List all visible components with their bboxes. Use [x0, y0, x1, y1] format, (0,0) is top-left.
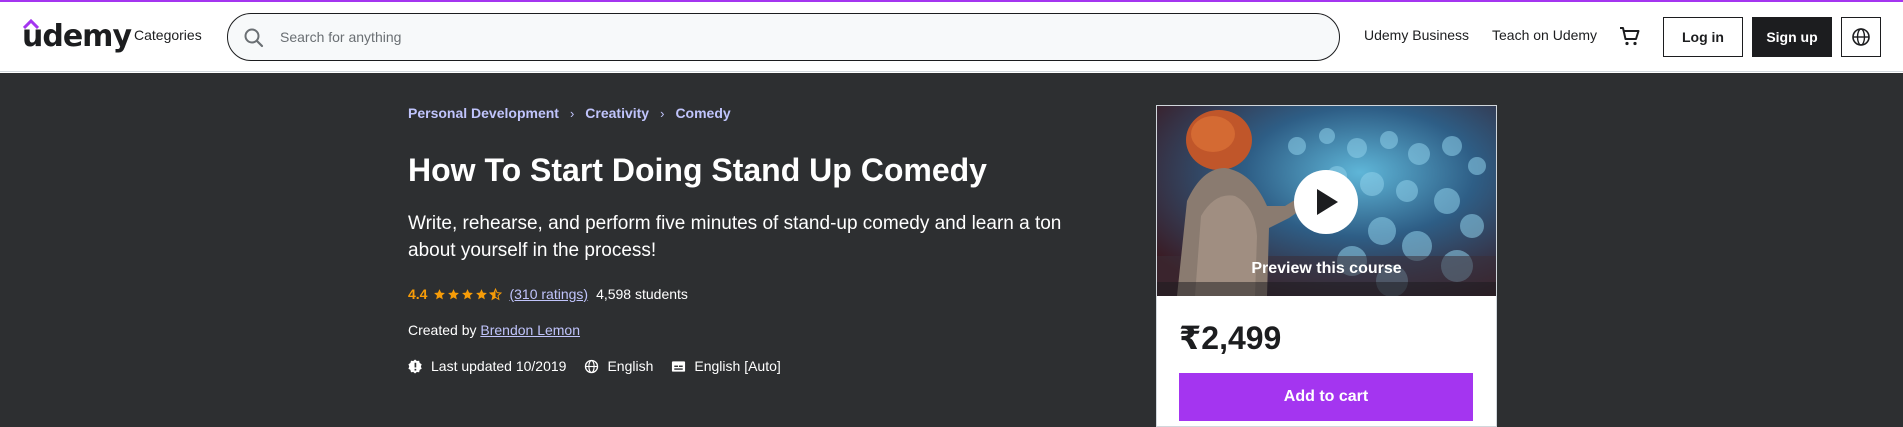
closed-captions-icon [672, 360, 686, 372]
breadcrumb: Personal Development › Creativity › Come… [408, 105, 731, 121]
alert-badge-icon [408, 358, 422, 374]
preview-label: Preview this course [1251, 260, 1402, 277]
star-full-icon [448, 288, 460, 299]
captions-text: English [Auto] [694, 358, 781, 374]
search-input[interactable] [280, 14, 1320, 60]
course-title: How To Start Doing Stand Up Comedy [408, 152, 987, 188]
signup-button[interactable]: Sign up [1752, 17, 1832, 57]
last-updated: Last updated 10/2019 [408, 358, 566, 374]
logo-hat-icon [23, 19, 39, 29]
brand-accent-bar [0, 0, 1903, 2]
breadcrumb-comedy[interactable]: Comedy [675, 105, 730, 121]
star-full-icon [476, 288, 488, 299]
breadcrumb-personal-development[interactable]: Personal Development [408, 105, 559, 121]
rating-row: 4.4 (310 ratings) 4,598 students [408, 286, 688, 302]
course-meta: Last updated 10/2019 English English [Au… [408, 358, 799, 374]
cart-icon[interactable] [1618, 24, 1642, 48]
star-full-icon [462, 288, 474, 299]
language-text: English [607, 358, 654, 374]
rating-value: 4.4 [408, 286, 428, 302]
breadcrumb-creativity[interactable]: Creativity [585, 105, 649, 121]
breadcrumb-separator-icon: › [660, 105, 665, 121]
language-button[interactable] [1841, 17, 1881, 57]
course-captions: English [Auto] [671, 358, 781, 374]
purchase-card: Preview this course ₹2,499 Add to cart [1156, 105, 1497, 427]
course-language: English [584, 358, 653, 374]
created-by-label: Created by [408, 322, 477, 338]
course-hero: Personal Development › Creativity › Come… [0, 73, 1903, 427]
breadcrumb-separator-icon: › [569, 105, 575, 121]
teach-on-udemy-link[interactable]: Teach on Udemy [1492, 27, 1597, 43]
top-header: udemy Categories Udemy Business Teach on… [0, 0, 1903, 72]
add-to-cart-button[interactable]: Add to cart [1179, 373, 1473, 421]
login-button[interactable]: Log in [1663, 17, 1743, 57]
search-bar[interactable] [227, 13, 1340, 61]
play-icon [1317, 189, 1338, 215]
students-count: 4,598 students [596, 286, 688, 302]
play-button[interactable] [1294, 170, 1358, 234]
rating-stars [433, 287, 503, 301]
course-price: ₹2,499 [1179, 320, 1282, 356]
star-half-icon [489, 287, 503, 300]
course-subtitle: Write, rehearse, and perform five minute… [408, 213, 1062, 261]
categories-menu[interactable]: Categories [134, 27, 202, 43]
last-updated-text: Last updated 10/2019 [431, 358, 567, 374]
search-icon[interactable] [242, 26, 266, 50]
udemy-logo[interactable]: udemy [22, 19, 132, 54]
ratings-count-link[interactable]: (310 ratings) [509, 286, 588, 302]
udemy-business-link[interactable]: Udemy Business [1364, 27, 1469, 43]
star-full-icon [434, 288, 446, 299]
course-preview-video[interactable]: Preview this course [1157, 106, 1496, 296]
created-by: Created by Brendon Lemon [408, 322, 580, 338]
globe-icon [585, 359, 599, 373]
globe-icon [1852, 28, 1870, 46]
instructor-link[interactable]: Brendon Lemon [480, 322, 580, 338]
